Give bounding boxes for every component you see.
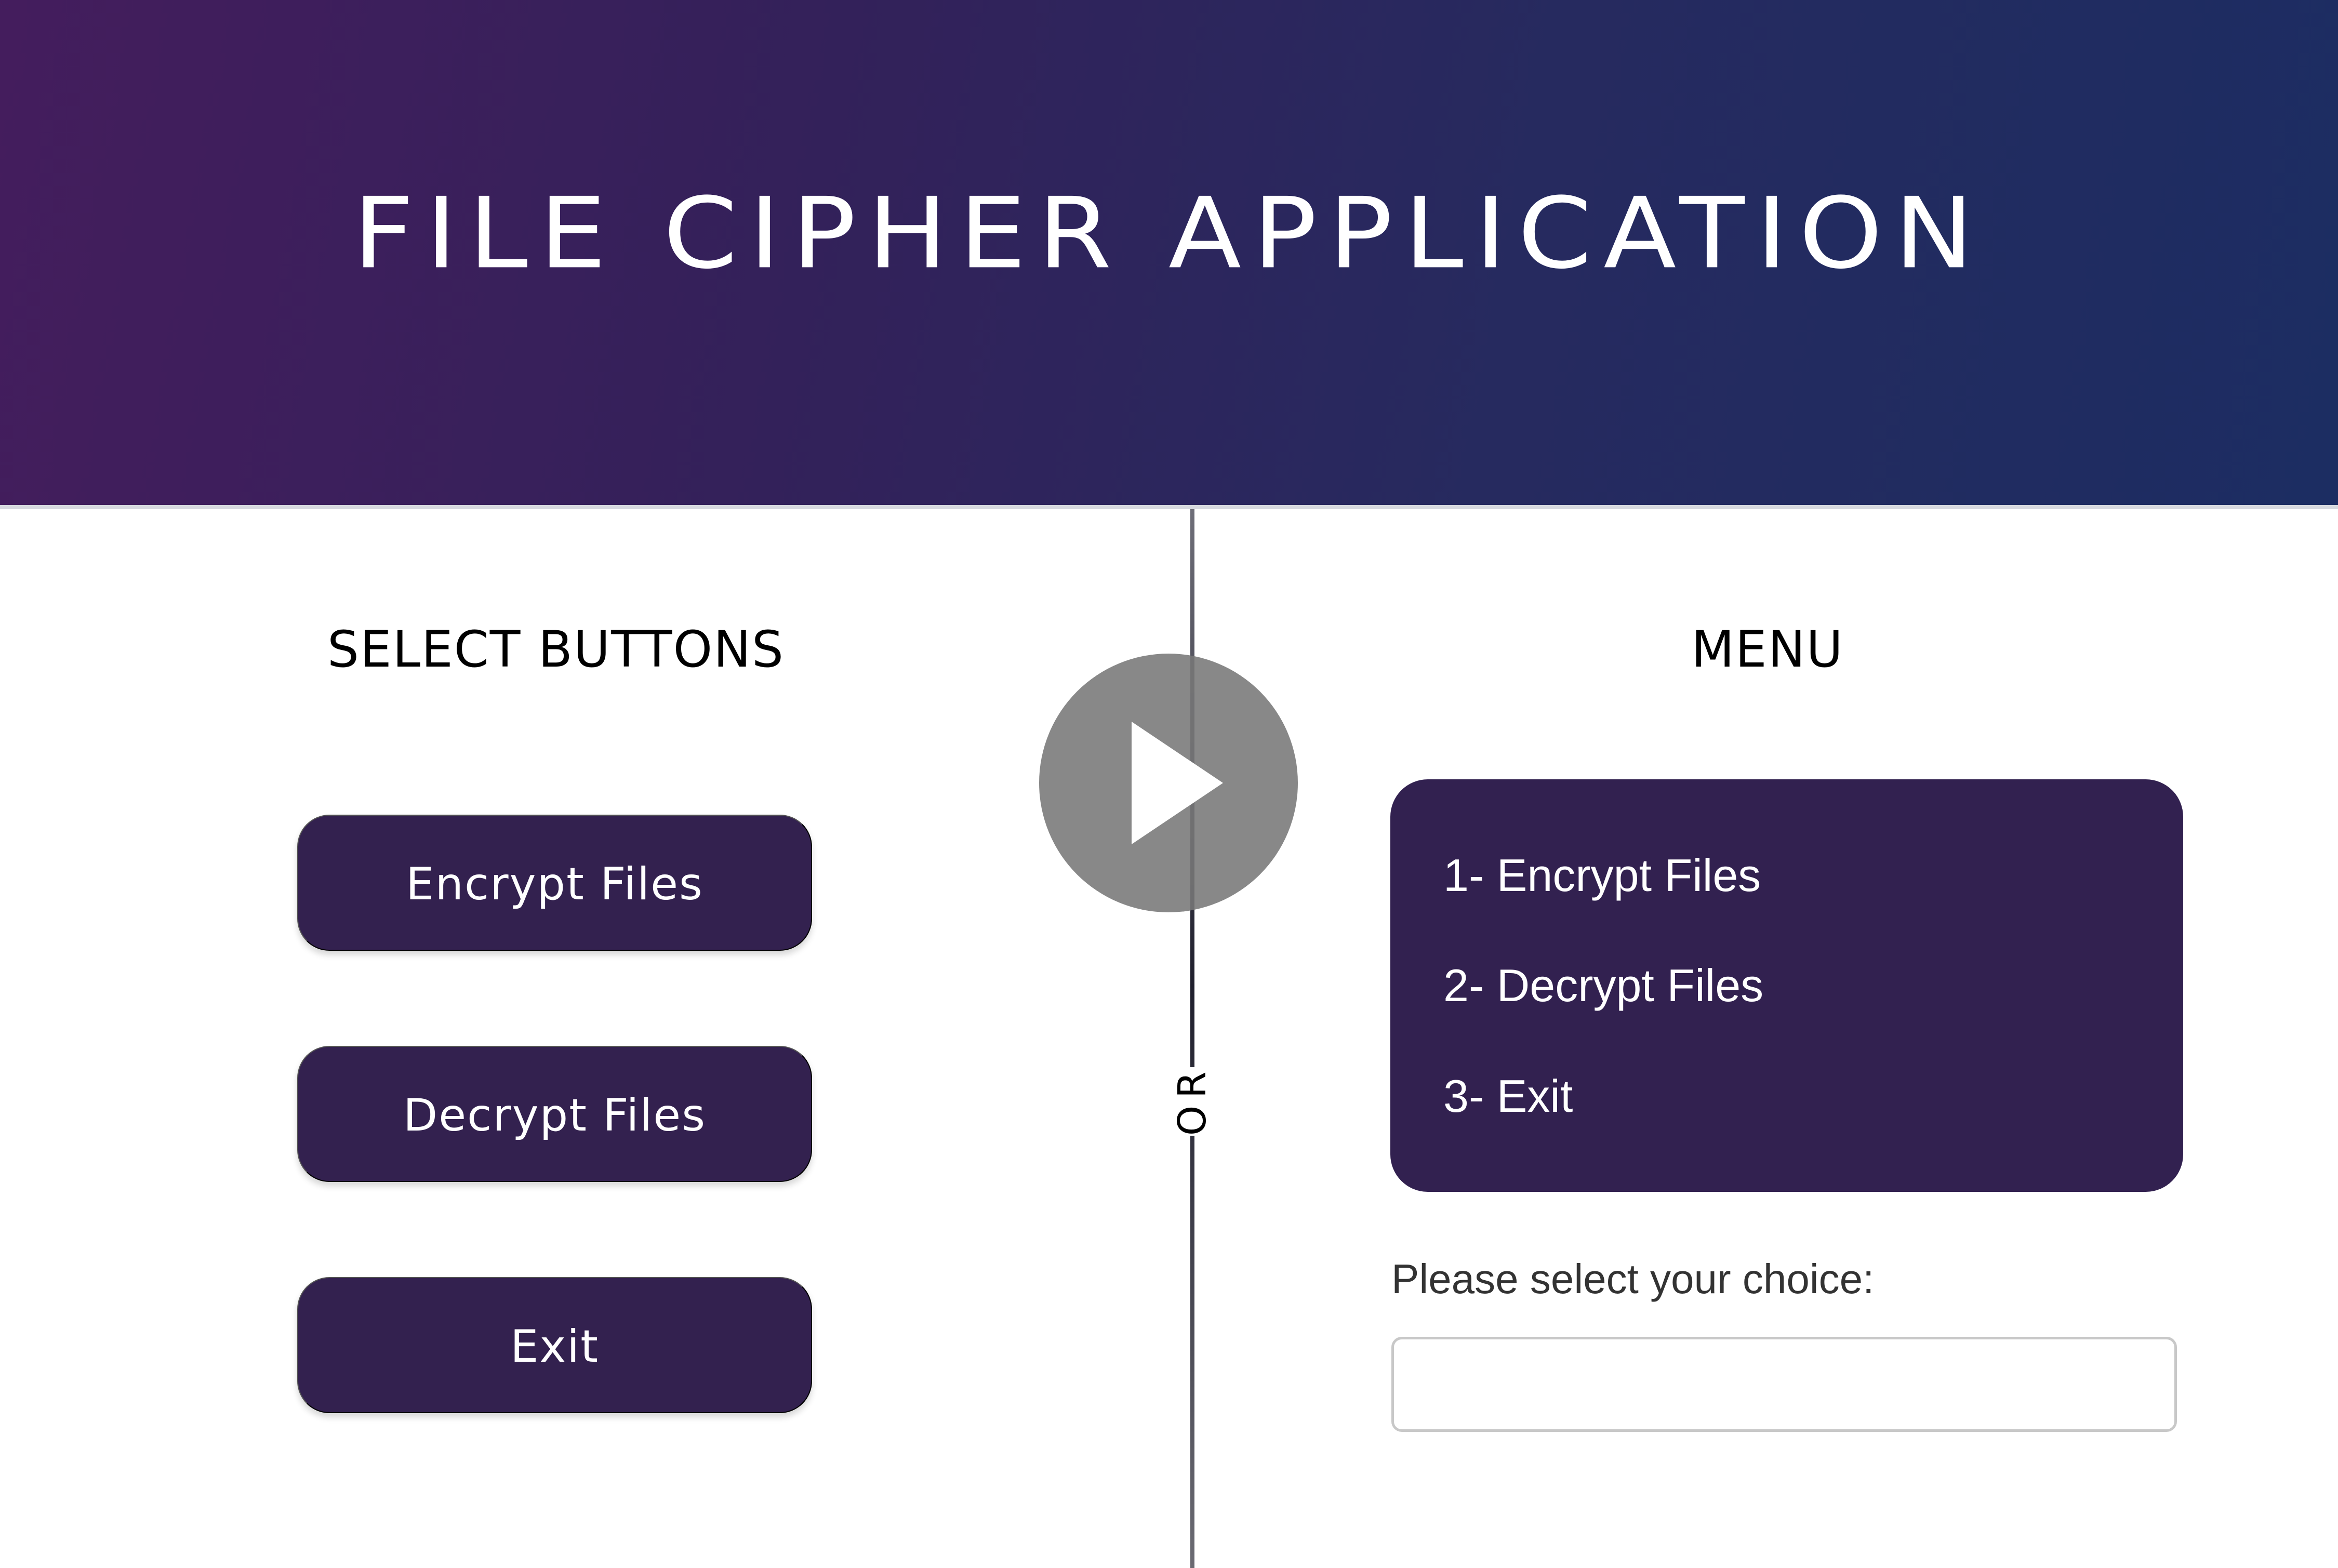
- exit-button[interactable]: Exit: [297, 1277, 812, 1413]
- menu-options-box: 1- Encrypt Files 2- Decrypt Files 3- Exi…: [1390, 779, 2183, 1192]
- header-banner: FILE CIPHER APPLICATION: [0, 0, 2338, 509]
- file-cipher-page: FILE CIPHER APPLICATION SELECT BUTTONS E…: [0, 0, 2338, 1568]
- encrypt-files-button[interactable]: Encrypt Files: [297, 815, 812, 951]
- menu-item-decrypt-files: 2- Decrypt Files: [1443, 960, 1764, 1011]
- or-label: OR: [1161, 1064, 1224, 1136]
- select-buttons-title: SELECT BUTTONS: [327, 620, 785, 679]
- menu-item-encrypt-files: 1- Encrypt Files: [1443, 849, 1761, 901]
- decrypt-files-button[interactable]: Decrypt Files: [297, 1046, 812, 1182]
- choice-prompt: Please select your choice:: [1391, 1256, 1875, 1302]
- menu-item-exit: 3- Exit: [1443, 1070, 1573, 1122]
- video-play-button[interactable]: [1039, 654, 1298, 912]
- menu-title: MENU: [1691, 620, 1844, 679]
- app-title: FILE CIPHER APPLICATION: [353, 177, 1985, 291]
- play-icon: [1132, 722, 1223, 844]
- choice-input[interactable]: [1391, 1337, 2177, 1432]
